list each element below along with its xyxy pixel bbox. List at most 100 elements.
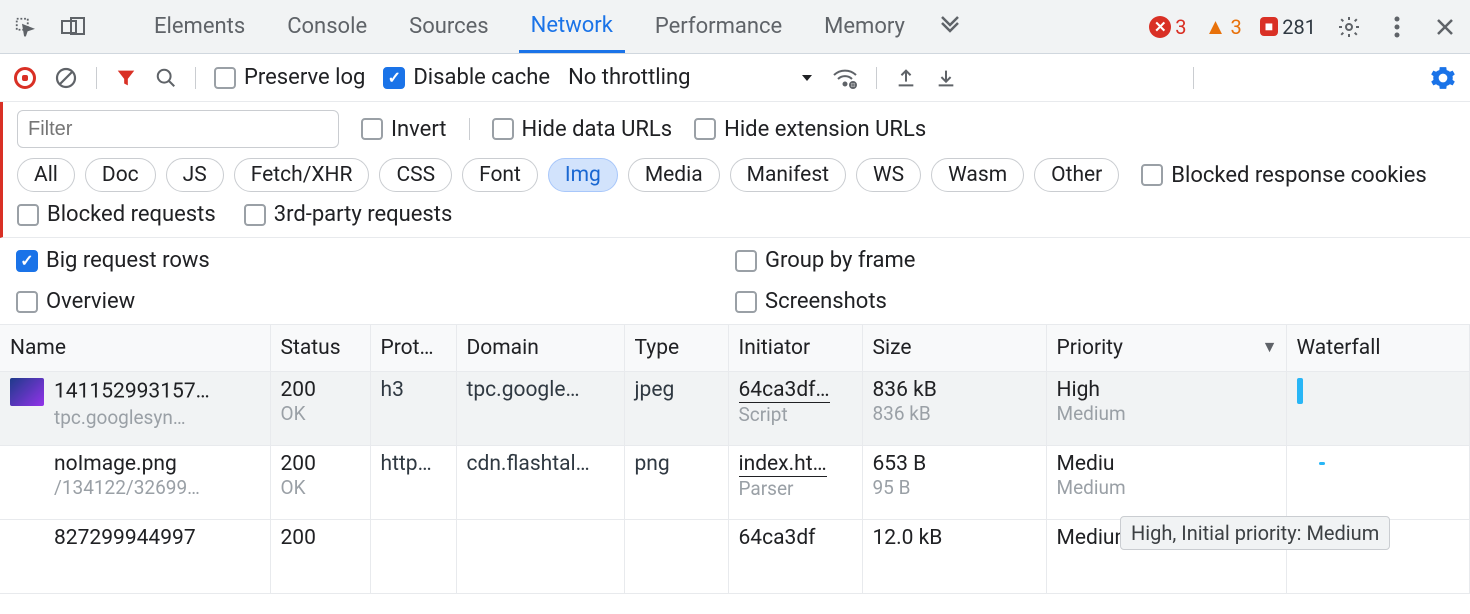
record-button[interactable] <box>14 67 36 89</box>
hide-extension-urls-checkbox[interactable]: Hide extension URLs <box>694 117 926 142</box>
tab-performance[interactable]: Performance <box>643 0 794 53</box>
issues-count: 281 <box>1282 15 1316 39</box>
export-har-icon[interactable] <box>895 67 917 89</box>
tab-network[interactable]: Network <box>519 0 625 53</box>
pill-img[interactable]: Img <box>548 158 618 192</box>
group-frame-label: Group by frame <box>765 248 915 273</box>
throttling-select[interactable]: No throttling <box>568 65 814 90</box>
big-request-rows-checkbox[interactable]: Big request rows <box>16 248 735 273</box>
big-rows-label: Big request rows <box>46 248 210 273</box>
disable-cache-label: Disable cache <box>413 65 550 90</box>
dock-icon[interactable] <box>58 12 88 42</box>
chevron-down-icon <box>800 71 814 85</box>
waterfall-bar <box>1319 462 1325 465</box>
pill-css[interactable]: CSS <box>379 158 452 192</box>
error-count-badge[interactable]: ✕ 3 <box>1149 15 1186 39</box>
requests-table: Name Status Prot… Domain Type Initiator … <box>0 325 1470 594</box>
checkbox-icon <box>16 250 38 272</box>
tab-elements[interactable]: Elements <box>142 0 257 53</box>
close-devtools-icon[interactable] <box>1430 12 1460 42</box>
overview-checkbox[interactable]: Overview <box>16 289 735 314</box>
sort-indicator-icon: ▼ <box>1262 337 1278 357</box>
network-settings-icon[interactable] <box>1430 65 1456 91</box>
error-count: 3 <box>1175 15 1186 39</box>
network-options: Big request rows Overview Group by frame… <box>0 238 1470 325</box>
invert-label: Invert <box>391 117 447 142</box>
invert-checkbox[interactable]: Invert <box>361 117 447 142</box>
network-filter-bar: Invert Hide data URLs Hide extension URL… <box>0 102 1470 238</box>
table-row[interactable]: noImage.png/134122/32699… 200OK http… cd… <box>0 445 1470 519</box>
checkbox-icon <box>383 67 405 89</box>
third-party-label: 3rd-party requests <box>274 202 453 227</box>
import-har-icon[interactable] <box>935 67 957 89</box>
pill-other[interactable]: Other <box>1034 158 1119 192</box>
third-party-checkbox[interactable]: 3rd-party requests <box>244 202 453 227</box>
tab-console[interactable]: Console <box>275 0 379 53</box>
pill-media[interactable]: Media <box>628 158 720 192</box>
table-row[interactable]: 141152993157…tpc.googlesyn… 200OK h3 tpc… <box>0 371 1470 445</box>
col-initiator[interactable]: Initiator <box>728 325 862 371</box>
checkbox-icon <box>17 204 39 226</box>
group-by-frame-checkbox[interactable]: Group by frame <box>735 248 1454 273</box>
tab-sources[interactable]: Sources <box>397 0 501 53</box>
checkbox-icon <box>735 291 757 313</box>
issues-icon: ■ <box>1260 17 1278 36</box>
filter-toggle-icon[interactable] <box>115 67 137 89</box>
pill-ws[interactable]: WS <box>856 158 921 192</box>
issues-count-badge[interactable]: ■ 281 <box>1260 15 1316 39</box>
error-icon: ✕ <box>1149 16 1171 38</box>
blocked-requests-checkbox[interactable]: Blocked requests <box>17 202 216 227</box>
checkbox-icon <box>244 204 266 226</box>
hide-data-urls-checkbox[interactable]: Hide data URLs <box>492 117 673 142</box>
col-domain[interactable]: Domain <box>456 325 624 371</box>
col-size[interactable]: Size <box>862 325 1046 371</box>
tab-memory[interactable]: Memory <box>812 0 917 53</box>
pill-js[interactable]: JS <box>166 158 224 192</box>
initiator-link[interactable]: 64ca3df… <box>739 378 830 403</box>
table-header-row: Name Status Prot… Domain Type Initiator … <box>0 325 1470 371</box>
inspect-icon[interactable] <box>10 12 40 42</box>
throttling-label: No throttling <box>568 65 690 90</box>
hide-data-label: Hide data URLs <box>522 117 673 142</box>
hide-ext-label: Hide extension URLs <box>724 117 926 142</box>
checkbox-icon <box>492 118 514 140</box>
blocked-requests-label: Blocked requests <box>47 202 216 227</box>
waterfall-bar <box>1297 378 1303 404</box>
more-icon[interactable] <box>1382 12 1412 42</box>
col-protocol[interactable]: Prot… <box>370 325 456 371</box>
tabs-overflow-icon[interactable] <box>935 12 965 42</box>
checkbox-icon <box>361 118 383 140</box>
checkbox-icon <box>1141 164 1163 186</box>
disable-cache-checkbox[interactable]: Disable cache <box>383 65 550 90</box>
priority-tooltip: High, Initial priority: Medium <box>1120 516 1390 550</box>
checkbox-icon <box>214 67 236 89</box>
network-conditions-icon[interactable] <box>832 66 858 90</box>
filter-input[interactable] <box>17 110 339 148</box>
pill-doc[interactable]: Doc <box>85 158 156 192</box>
checkbox-icon <box>16 291 38 313</box>
col-waterfall[interactable]: Waterfall <box>1286 325 1470 371</box>
screenshots-checkbox[interactable]: Screenshots <box>735 289 1454 314</box>
pill-manifest[interactable]: Manifest <box>730 158 846 192</box>
clear-icon[interactable] <box>54 66 78 90</box>
warning-count: 3 <box>1231 15 1242 39</box>
col-name[interactable]: Name <box>0 325 270 371</box>
pill-wasm[interactable]: Wasm <box>931 158 1024 192</box>
preserve-log-checkbox[interactable]: Preserve log <box>214 65 365 90</box>
col-priority[interactable]: Priority▼ <box>1046 325 1286 371</box>
search-icon[interactable] <box>155 67 177 89</box>
pill-font[interactable]: Font <box>462 158 538 192</box>
initiator-link[interactable]: index.ht… <box>739 452 827 477</box>
devtools-tab-bar: Elements Console Sources Network Perform… <box>0 0 1470 54</box>
network-toolbar: Preserve log Disable cache No throttling <box>0 54 1470 102</box>
blocked-cookies-checkbox[interactable]: Blocked response cookies <box>1141 163 1427 188</box>
col-type[interactable]: Type <box>624 325 728 371</box>
checkbox-icon <box>694 118 716 140</box>
col-status[interactable]: Status <box>270 325 370 371</box>
pill-all[interactable]: All <box>17 158 75 192</box>
pill-fetch[interactable]: Fetch/XHR <box>234 158 370 192</box>
settings-icon[interactable] <box>1334 12 1364 42</box>
warning-count-badge[interactable]: ▲ 3 <box>1205 15 1242 39</box>
request-thumbnail <box>10 378 44 406</box>
overview-label: Overview <box>46 289 135 314</box>
